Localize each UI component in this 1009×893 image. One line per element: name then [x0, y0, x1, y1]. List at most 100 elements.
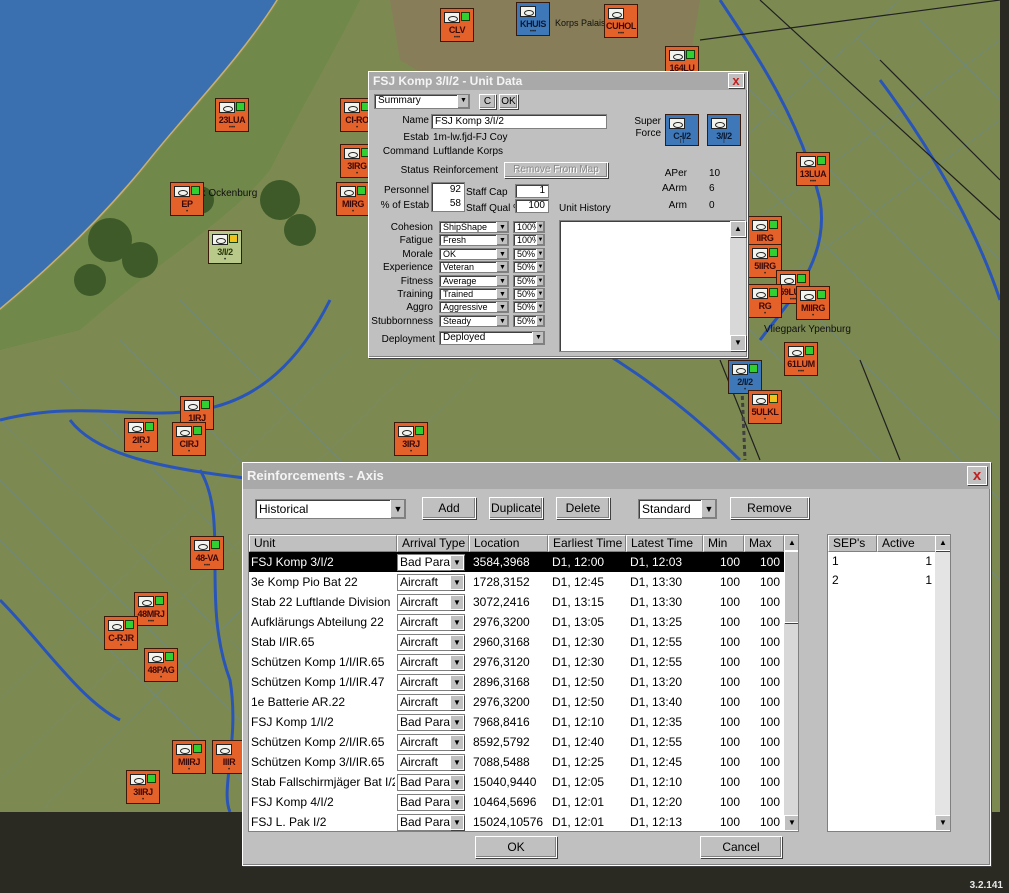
unit-counter[interactable]: 3IIRJ • [126, 770, 160, 804]
attribute-percent[interactable]: 50% ▼ [513, 301, 545, 314]
unit-counter[interactable]: 48-VA ••• [190, 536, 224, 570]
unit-counter[interactable]: CIRJ • [172, 422, 206, 456]
attribute-select[interactable]: ShipShape ▼ [439, 221, 509, 233]
unit-counter[interactable]: MIIRG • [796, 286, 830, 320]
arrival-type-select[interactable]: Bad Para ▼ [397, 794, 465, 811]
column-header[interactable]: Earliest Time [548, 535, 626, 552]
scroll-thumb[interactable] [784, 551, 798, 623]
arrival-type-select[interactable]: Aircraft ▼ [397, 674, 465, 691]
scroll-up-icon[interactable]: ▲ [730, 221, 746, 237]
table-row[interactable]: 3e Komp Pio Bat 22 Aircraft ▼ 1728,3152 D1, … [249, 572, 784, 592]
arrival-type-select[interactable]: Aircraft ▼ [397, 754, 465, 771]
unit-counter[interactable]: MIRG • [336, 182, 370, 216]
arrival-type-select[interactable]: Aircraft ▼ [397, 614, 465, 631]
column-header[interactable]: Location [469, 535, 548, 552]
attribute-select[interactable]: Fresh ▼ [439, 234, 509, 247]
table-row[interactable]: Schützen Komp 1/I/IR.65 Aircraft ▼ 2976,312… [249, 652, 784, 672]
scroll-down-icon[interactable]: ▼ [784, 815, 798, 831]
reinforcements-titlebar[interactable]: Reinforcements - Axis x [243, 463, 990, 489]
sep-scrollbar[interactable]: ▲ ▼ [935, 535, 950, 831]
super-force-unit[interactable]: 3/I/2 I [707, 114, 741, 146]
ok-button[interactable]: OK [499, 94, 518, 109]
arrival-type-select[interactable]: Aircraft ▼ [397, 654, 465, 671]
table-row[interactable]: Schützen Komp 2/I/IR.65 Aircraft ▼ 8592,579… [249, 732, 784, 752]
unit-history-box[interactable] [559, 220, 745, 352]
table-row[interactable]: FSJ L. Pak I/2 Bad Para ▼ 15024,10576 D1, 12… [249, 812, 784, 831]
attribute-select[interactable]: Steady ▼ [439, 314, 509, 327]
table-row[interactable]: 1e Batterie AR.22 Aircraft ▼ 2976,3200 D1, 1… [249, 692, 784, 712]
arrival-type-select[interactable]: Aircraft ▼ [397, 694, 465, 711]
delete-button[interactable]: Delete [556, 497, 610, 519]
table-row[interactable]: Schützen Komp 1/I/IR.47 Aircraft ▼ 2896,316… [249, 672, 784, 692]
staff-qual-field[interactable]: 100 [515, 199, 549, 213]
add-button[interactable]: Add [422, 497, 476, 519]
column-header[interactable]: Max [744, 535, 784, 552]
remove-button[interactable]: Remove [730, 497, 809, 519]
attribute-percent[interactable]: 50% ▼ [513, 261, 545, 274]
unit-counter[interactable]: RG • [748, 284, 782, 318]
cancel-button[interactable]: Cancel [700, 836, 782, 858]
unit-counter[interactable]: 61LUM ••• [784, 342, 818, 376]
sep-row[interactable]: 21 [828, 571, 936, 590]
table-row[interactable]: Aufklärungs Abteilung 22 Aircraft ▼ 2976,32… [249, 612, 784, 632]
reinforcements-table[interactable]: Unit Arrival Type Location Earliest Time… [248, 534, 799, 832]
unit-counter[interactable]: C-RJR • [104, 616, 138, 650]
duplicate-button[interactable]: Duplicate [489, 497, 543, 519]
attribute-percent[interactable]: 50% ▼ [513, 314, 545, 327]
name-field[interactable]: FSJ Komp 3/I/2 [431, 114, 607, 129]
unit-counter[interactable]: 3IRJ • [394, 422, 428, 456]
arrival-type-select[interactable]: Aircraft ▼ [397, 574, 465, 591]
arrival-type-select[interactable]: Bad Para ▼ [397, 774, 465, 791]
arrival-type-select[interactable]: Bad Para ▼ [397, 554, 465, 571]
attribute-select[interactable]: Aggressive ▼ [439, 301, 509, 314]
attribute-select[interactable]: Average ▼ [439, 274, 509, 287]
column-header[interactable]: Latest Time [626, 535, 703, 552]
table-row[interactable]: FSJ Komp 3/I/2 Bad Para ▼ 3584,3968 D1, 12:0… [249, 552, 784, 572]
unit-counter[interactable]: EP • [170, 182, 204, 216]
unit-counter-selected[interactable]: 3/I/2 • [208, 230, 242, 264]
sep-row[interactable]: 11 [828, 552, 936, 571]
column-header[interactable]: Arrival Type [397, 535, 469, 552]
table-row[interactable]: Stab 22 Luftlande Division Aircraft ▼ 3072,… [249, 592, 784, 612]
close-icon[interactable]: x [967, 466, 987, 485]
personnel-box[interactable]: 92 58 [431, 182, 465, 212]
attribute-select[interactable]: Veteran ▼ [439, 261, 509, 274]
unit-counter[interactable]: 5ULKL • [748, 390, 782, 424]
table-row[interactable]: FSJ Komp 1/I/2 Bad Para ▼ 7968,8416 D1, 12:1… [249, 712, 784, 732]
unit-counter[interactable]: CUHOL ••• [604, 4, 638, 38]
history-scrollbar[interactable]: ▲ ▼ [730, 221, 746, 351]
mode-select[interactable]: Standard ▼ [638, 499, 717, 519]
unit-counter[interactable]: 2IRJ • [124, 418, 158, 452]
column-header[interactable]: SEP's [828, 535, 877, 552]
view-select[interactable]: Summary ▼ [374, 94, 470, 109]
attribute-select[interactable]: OK ▼ [439, 247, 509, 260]
arrival-type-select[interactable]: Bad Para ▼ [397, 814, 465, 831]
c-button[interactable]: C [479, 94, 496, 109]
unit-counter[interactable]: 23LUA ••• [215, 98, 249, 132]
column-header[interactable]: Active [877, 535, 936, 552]
column-header[interactable]: Unit [249, 535, 397, 552]
close-icon[interactable]: x [728, 73, 744, 88]
scroll-up-icon[interactable]: ▲ [935, 535, 950, 551]
arrival-type-select[interactable]: Aircraft ▼ [397, 634, 465, 651]
sep-table[interactable]: SEP's Active 1121 ▲ ▼ [827, 534, 951, 832]
ok-button[interactable]: OK [475, 836, 557, 858]
attribute-percent[interactable]: 50% ▼ [513, 247, 545, 260]
attribute-percent[interactable]: 100% ▼ [513, 221, 545, 233]
schedule-select[interactable]: Historical ▼ [255, 499, 406, 519]
table-scrollbar[interactable]: ▲ ▼ [784, 535, 798, 831]
super-force-unit[interactable]: C-I/2 I I [665, 114, 699, 146]
scroll-down-icon[interactable]: ▼ [935, 815, 950, 831]
unit-counter[interactable]: IIIR • [212, 740, 246, 774]
attribute-percent[interactable]: 50% ▼ [513, 274, 545, 287]
unit-counter[interactable]: 48PAG • [144, 648, 178, 682]
unit-counter[interactable]: 48MRJ ••• [134, 592, 168, 626]
arrival-type-select[interactable]: Aircraft ▼ [397, 594, 465, 611]
attribute-select[interactable]: Trained ▼ [439, 288, 509, 300]
table-row[interactable]: Stab I/IR.65 Aircraft ▼ 2960,3168 D1, 12:30 D… [249, 632, 784, 652]
remove-from-map-button[interactable]: Remove From Map [504, 162, 608, 178]
scroll-down-icon[interactable]: ▼ [730, 335, 746, 351]
staff-cap-field[interactable]: 1 [515, 184, 549, 198]
table-row[interactable]: Stab Fallschirmjäger Bat I/2 Bad Para ▼ 150… [249, 772, 784, 792]
scroll-up-icon[interactable]: ▲ [784, 535, 798, 551]
